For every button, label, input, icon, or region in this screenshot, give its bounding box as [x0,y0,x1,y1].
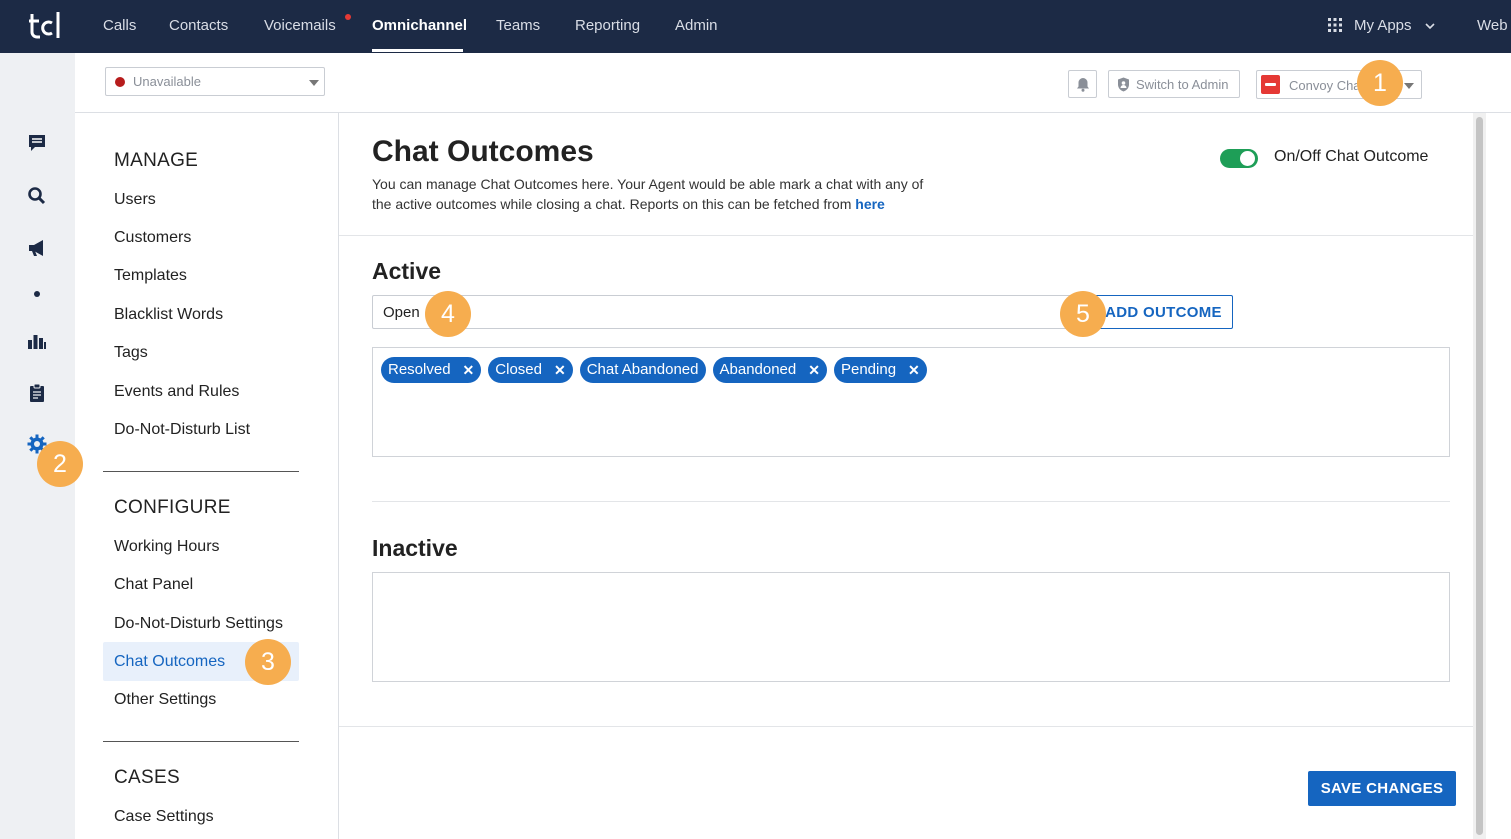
clipboard-icon[interactable] [26,382,48,404]
workspace-name: Convoy Chat [1289,78,1365,93]
search-icon[interactable] [26,185,48,207]
nav-voicemails[interactable]: Voicemails [264,0,336,53]
nav-admin[interactable]: Admin [675,0,718,53]
description-text: You can manage Chat Outcomes here. Your … [372,176,924,212]
tag-label: Chat Abandoned [586,361,699,378]
outcome-name-input[interactable] [372,295,1092,329]
tag-closed: Closed ✕ [488,357,573,383]
step-marker-3: 3 [245,639,291,685]
save-changes-button[interactable]: SAVE CHANGES [1308,771,1456,806]
shield-user-icon [1118,77,1129,92]
sidebar-item-case-settings[interactable]: Case Settings [114,808,214,826]
convoy-logo-icon [1261,75,1280,94]
tag-label: Pending [840,361,897,378]
main-content: Chat Outcomes You can manage Chat Outcom… [339,113,1473,839]
top-navigation-bar: Calls Contacts Voicemails Omnichannel Te… [0,0,1511,53]
toggle-label: On/Off Chat Outcome [1274,148,1429,165]
chat-icon[interactable] [26,132,48,154]
sidebar-item-working-hours[interactable]: Working Hours [114,538,220,556]
switch-to-admin-button[interactable]: Switch to Admin [1108,70,1240,98]
voicemails-notification-dot [345,14,351,20]
sidebar-item-customers[interactable]: Customers [114,229,191,247]
sidebar-item-templates[interactable]: Templates [114,267,187,285]
bell-icon [1077,78,1089,92]
tag-abandoned: Abandoned ✕ [712,357,827,383]
tag-resolved: Resolved ✕ [381,357,482,383]
nav-teams[interactable]: Teams [496,0,540,53]
megaphone-icon[interactable] [26,237,48,259]
apps-grid-icon[interactable] [1328,18,1342,32]
active-tags-list: Resolved ✕ Closed ✕ Chat Abandoned Abandon… [381,357,927,383]
remove-tag-icon[interactable]: ✕ [554,357,566,383]
sidebar-item-chat-panel[interactable]: Chat Panel [114,576,193,594]
sidebar-item-blacklist-words[interactable]: Blacklist Words [114,306,223,324]
inactive-outcomes-box [372,572,1450,682]
footer-divider [339,726,1473,727]
tag-label: Resolved [388,361,451,378]
tag-label: Closed [495,361,542,378]
tag-pending: Pending ✕ [833,357,927,383]
active-outcomes-box: Resolved ✕ Closed ✕ Chat Abandoned Abandon… [372,347,1450,457]
notifications-button[interactable] [1068,70,1097,98]
nav-omnichannel[interactable]: Omnichannel [372,0,467,53]
remove-tag-icon[interactable]: ✕ [908,357,920,383]
switch-to-admin-label: Switch to Admin [1136,77,1229,92]
nav-calls[interactable]: Calls [103,0,136,53]
active-tab-underline [372,49,463,52]
section-divider [372,501,1450,502]
dropdown-caret-icon [1404,83,1414,89]
dot-icon[interactable] [26,283,48,305]
chat-outcome-toggle[interactable] [1220,149,1258,168]
step-marker-5: 5 [1060,291,1106,337]
manage-section-title: MANAGE [114,150,199,171]
dropdown-caret-icon [309,80,319,86]
cases-section-title: CASES [114,767,180,788]
remove-tag-icon[interactable]: ✕ [808,357,820,383]
nav-reporting[interactable]: Reporting [575,0,640,53]
page-title: Chat Outcomes [372,135,594,168]
sidebar-item-other-settings[interactable]: Other Settings [114,691,216,709]
step-marker-4: 4 [425,291,471,337]
reports-link[interactable]: here [855,196,885,212]
reports-icon[interactable] [26,330,48,352]
sidebar-item-dnd-settings[interactable]: Do-Not-Disturb Settings [114,615,283,633]
web-menu[interactable]: Web [1477,0,1508,52]
step-marker-1: 1 [1357,60,1403,106]
page-header: Unavailable Switch to Admin Convoy Chat [75,53,1511,113]
scrollbar-thumb[interactable] [1476,117,1483,835]
header-divider [339,235,1473,236]
step-marker-2: 2 [37,441,83,487]
section-divider [103,471,299,472]
vertical-scrollbar[interactable] [1473,113,1486,839]
page-description: You can manage Chat Outcomes here. Your … [372,174,932,214]
nav-contacts[interactable]: Contacts [169,0,228,53]
inactive-section-title: Inactive [372,535,458,561]
status-value: Unavailable [133,74,201,89]
my-apps-menu[interactable]: My Apps [1354,0,1412,52]
sidebar-item-users[interactable]: Users [114,191,156,209]
configure-section-title: CONFIGURE [114,497,231,518]
section-divider [103,741,299,742]
add-outcome-button[interactable]: ADD OUTCOME [1094,295,1233,329]
status-indicator-dot [115,77,125,87]
settings-sidebar: MANAGE Users Customers Templates Blackli… [75,113,339,839]
agent-status-select[interactable]: Unavailable [105,67,325,96]
sidebar-item-tags[interactable]: Tags [114,344,148,362]
right-gutter [1486,113,1511,839]
sidebar-item-dnd-list[interactable]: Do-Not-Disturb List [114,421,250,439]
tag-chat-abandoned: Chat Abandoned [579,357,706,383]
tag-label: Abandoned [719,361,797,378]
sidebar-item-events-and-rules[interactable]: Events and Rules [114,383,239,401]
talkdesk-logo-icon[interactable] [28,8,62,42]
sidebar-item-chat-outcomes[interactable]: Chat Outcomes [114,653,225,671]
chevron-down-icon[interactable] [1424,20,1436,32]
active-section-title: Active [372,258,442,284]
remove-tag-icon[interactable]: ✕ [463,357,475,383]
